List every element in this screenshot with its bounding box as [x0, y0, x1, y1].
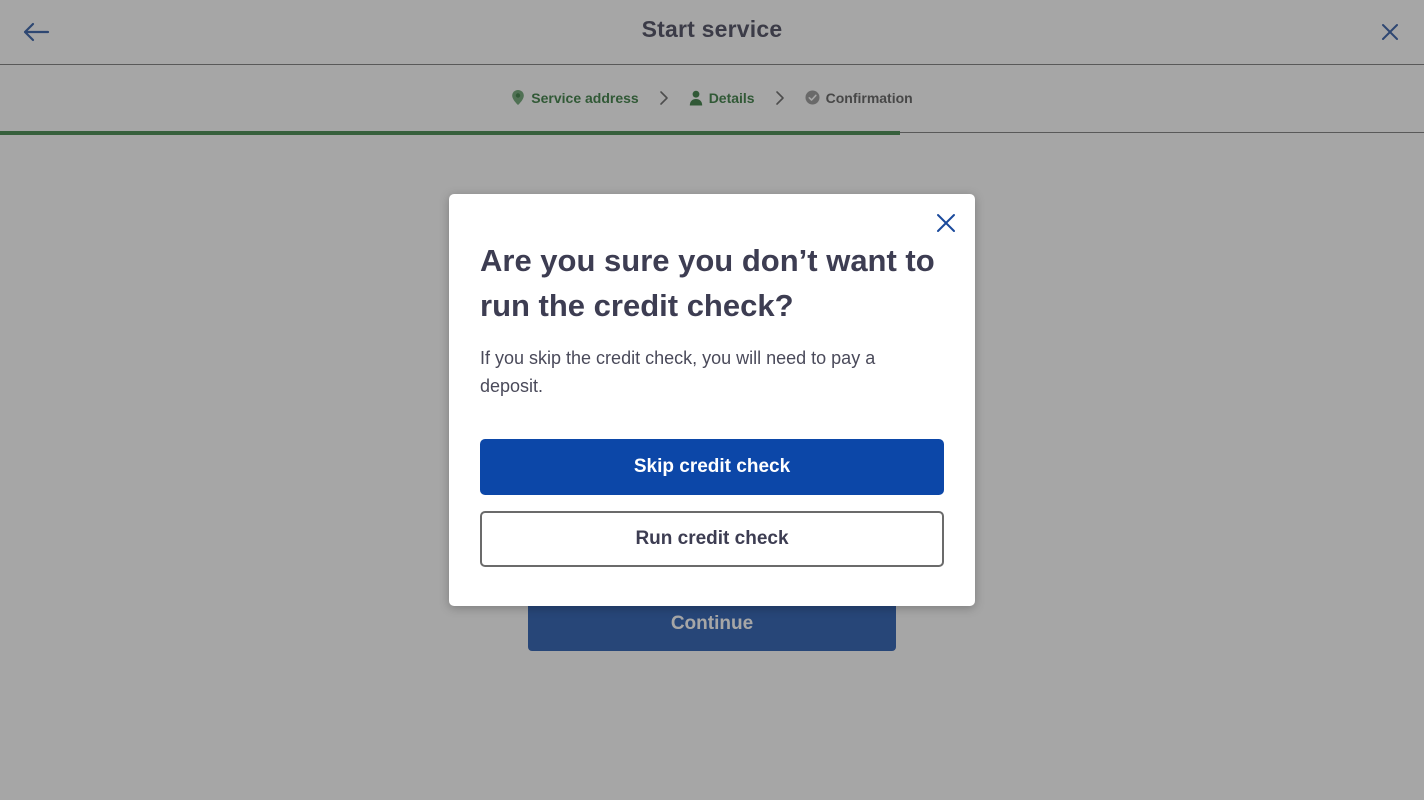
dialog-close-button[interactable] — [933, 210, 959, 236]
close-icon — [937, 214, 955, 232]
skip-credit-check-button[interactable]: Skip credit check — [480, 439, 944, 495]
skip-credit-check-dialog: Are you sure you don’t want to run the c… — [449, 194, 975, 606]
dialog-body-text: If you skip the credit check, you will n… — [480, 348, 876, 396]
dialog-heading: Are you sure you don’t want to run the c… — [480, 243, 935, 323]
run-credit-check-button[interactable]: Run credit check — [480, 511, 944, 567]
